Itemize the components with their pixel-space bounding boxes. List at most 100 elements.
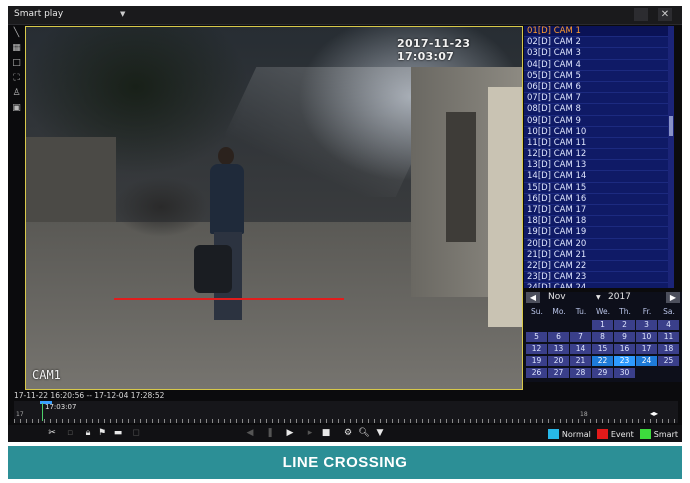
settings-icon[interactable]: ⚙ [342, 427, 354, 439]
calendar-day[interactable]: 25 [658, 356, 679, 366]
calendar-day[interactable]: 22 [592, 356, 613, 366]
camera-list-item[interactable]: 05[D] CAM 5 [524, 71, 674, 82]
calendar-day[interactable]: 13 [548, 344, 569, 354]
camera-list-item[interactable]: 09[D] CAM 9 [524, 116, 674, 127]
timeline-forward-icon[interactable]: ▸ [654, 409, 658, 418]
calendar-day[interactable]: 18 [658, 344, 679, 354]
calendar-year-select[interactable]: 2017 [608, 292, 658, 303]
camera-list-item[interactable]: 13[D] CAM 13 [524, 160, 674, 172]
calendar-day[interactable]: 4 [658, 320, 679, 330]
calendar-day[interactable]: 28 [570, 368, 591, 378]
calendar-day[interactable]: 9 [614, 332, 635, 342]
camera-list-item[interactable]: 21[D] CAM 21 [524, 250, 674, 261]
calendar-day[interactable]: 21 [570, 356, 591, 366]
scene-pillar [488, 87, 522, 327]
camera-list-item[interactable]: 24[D] CAM 24 [524, 283, 674, 288]
maximize-button[interactable] [634, 8, 648, 21]
legend-label: Normal [561, 429, 591, 439]
calendar-day[interactable]: 16 [614, 344, 635, 354]
grid-tool-icon[interactable]: ▦ [11, 43, 22, 54]
camera-list-item[interactable]: 12[D] CAM 12 [524, 149, 674, 161]
clip-icon[interactable]: ▫ [64, 427, 76, 439]
camera-list-item[interactable]: 20[D] CAM 20 [524, 239, 674, 250]
person-detect-icon[interactable]: ♙ [11, 88, 22, 99]
window-buttons: ✕ [634, 8, 678, 21]
calendar-day[interactable]: 5 [526, 332, 547, 342]
camera-list-item[interactable]: 23[D] CAM 23 [524, 272, 674, 284]
playback-mode-select[interactable]: Smart play ▼ [14, 8, 134, 21]
camera-list: 01[D] CAM 1 02[D] CAM 2 03[D] CAM 3 04[D] C… [524, 26, 674, 288]
camera-list-item[interactable]: 02[D] CAM 2 [524, 37, 674, 49]
timeline-nav: ◂▸ [650, 409, 674, 418]
camera-list-item[interactable]: 06[D] CAM 6 [524, 82, 674, 94]
calendar-day[interactable]: 30 [614, 368, 635, 378]
calendar-day[interactable]: 11 [658, 332, 679, 342]
camera-list-item[interactable]: 22[D] CAM 22 [524, 261, 674, 273]
calendar-day[interactable]: 17 [636, 344, 657, 354]
calendar-day[interactable]: 1 [592, 320, 613, 330]
calendar-weekday: Tu. [575, 307, 587, 316]
calendar-day[interactable]: 29 [592, 368, 613, 378]
calendar-weekday: Th. [619, 307, 631, 316]
rectangle-tool-icon[interactable]: □ [11, 58, 22, 69]
calendar-day[interactable]: 6 [548, 332, 569, 342]
filter-icon[interactable]: ▼ [374, 427, 386, 439]
calendar-day[interactable]: 23 [614, 356, 635, 366]
calendar-day[interactable]: 27 [548, 368, 569, 378]
video-playback-view[interactable]: 2017-11-23 17:03:07 CAM1 [25, 26, 523, 390]
calendar-header: ◀ Nov ▼ 2017 ▶ [524, 292, 682, 304]
camera-list-item[interactable]: 08[D] CAM 8 [524, 104, 674, 116]
camera-list-item[interactable]: 04[D] CAM 4 [524, 60, 674, 71]
person-head [218, 147, 234, 165]
step-icon[interactable]: ▸ [304, 427, 316, 439]
search-icon[interactable]: 🔍︎ [358, 427, 370, 439]
calendar-prev-button[interactable]: ◀ [526, 292, 540, 303]
camera-list-item[interactable]: 16[D] CAM 16 [524, 194, 674, 205]
camera-list-item[interactable]: 01[D] CAM 1 [524, 26, 674, 38]
calendar-week: 1234 [526, 320, 682, 331]
calendar-day[interactable]: 7 [570, 332, 591, 342]
camera-list-item[interactable]: 03[D] CAM 3 [524, 48, 674, 60]
play-icon[interactable]: ▶ [284, 427, 296, 439]
camera-list-item[interactable]: 10[D] CAM 10 [524, 127, 674, 138]
calendar-day [548, 320, 569, 330]
pen-tool-icon[interactable]: ╲ [11, 28, 22, 39]
camera-list-item[interactable]: 11[D] CAM 11 [524, 138, 674, 150]
folder-icon[interactable]: ▬ [112, 427, 124, 439]
calendar-next-button[interactable]: ▶ [666, 292, 680, 303]
camera-list-item[interactable]: 17[D] CAM 17 [524, 205, 674, 217]
close-button[interactable]: ✕ [658, 8, 672, 21]
calendar-day[interactable]: 26 [526, 368, 547, 378]
expand-tool-icon[interactable]: ⛶ [11, 73, 22, 84]
camera-list-item[interactable]: 19[D] CAM 19 [524, 227, 674, 239]
lock-icon[interactable]: 🔒︎ [82, 427, 94, 439]
camera-list-item[interactable]: 18[D] CAM 18 [524, 216, 674, 228]
calendar-day[interactable]: 3 [636, 320, 657, 330]
calendar-day [526, 320, 547, 330]
top-bar: Smart play ▼ ✕ [8, 6, 682, 25]
calendar-day[interactable]: 12 [526, 344, 547, 354]
snapshot-icon[interactable]: ◻ [130, 427, 142, 439]
calendar-day[interactable]: 14 [570, 344, 591, 354]
image-tool-icon[interactable]: ▣ [11, 103, 22, 114]
calendar-day[interactable]: 15 [592, 344, 613, 354]
timeline-bar[interactable]: 17:03:07 17 18 ◂▸ [14, 401, 678, 423]
rewind-icon[interactable]: ◀ [244, 427, 256, 439]
camera-list-item[interactable]: 07[D] CAM 7 [524, 93, 674, 105]
pause-icon[interactable]: ❚ [264, 427, 276, 439]
calendar-day[interactable]: 8 [592, 332, 613, 342]
stop-icon[interactable]: ■ [320, 427, 332, 439]
calendar-day[interactable]: 19 [526, 356, 547, 366]
flag-icon[interactable]: ⚑ [96, 427, 108, 439]
scissors-icon[interactable]: ✂ [46, 427, 58, 439]
calendar-day[interactable]: 2 [614, 320, 635, 330]
camera-list-scrollbar[interactable] [668, 26, 674, 288]
calendar-year: 2017 [608, 292, 631, 302]
calendar-day[interactable]: 20 [548, 356, 569, 366]
calendar-day[interactable]: 10 [636, 332, 657, 342]
camera-list-item[interactable]: 14[D] CAM 14 [524, 171, 674, 183]
camera-list-item[interactable]: 15[D] CAM 15 [524, 183, 674, 194]
calendar-day[interactable]: 24 [636, 356, 657, 366]
video-camera-label: CAM1 [32, 368, 61, 382]
scrollbar-thumb[interactable] [669, 116, 673, 136]
